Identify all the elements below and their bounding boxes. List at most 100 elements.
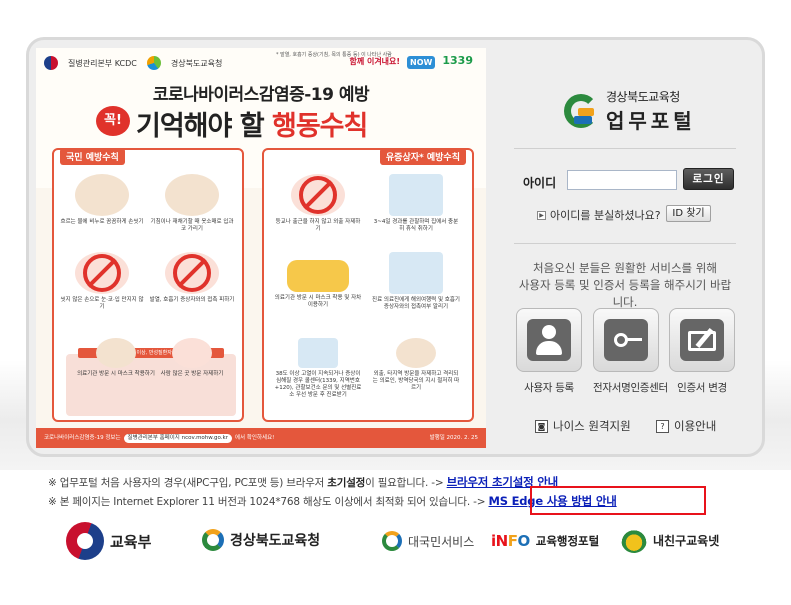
prohibited-icon xyxy=(173,254,211,292)
info-portal-link[interactable]: iNFO 교육행정포털 xyxy=(491,532,599,550)
service-label: 인증서 변경 xyxy=(677,382,727,394)
gbe-logo-icon xyxy=(202,529,224,551)
poster-headline: 기억해야 할 행동수칙 xyxy=(136,104,368,143)
e-signature-center-button[interactable]: 전자서명인증센터 xyxy=(593,308,668,395)
public-service-link[interactable]: 대국민서비스 xyxy=(382,531,474,551)
certificate-edit-icon xyxy=(669,308,735,372)
highlight-box xyxy=(530,486,706,515)
mascot-icon xyxy=(621,527,647,553)
poster-headline-red: 행동수칙 xyxy=(272,111,368,142)
poster-tile: 3~4일 경과를 관찰하며 집에서 충분히 휴식 취하기 xyxy=(372,174,460,233)
id-input[interactable] xyxy=(567,170,677,190)
poster-tile: 의료기관 방문 시 마스크 착용 및 자차 이용하기 xyxy=(274,252,362,309)
poster-tile-text: 의료기관 방문 시 마스크 착용하기 xyxy=(77,371,155,377)
forgot-id-row: ▶ 아이디를 분실하셨나요? xyxy=(537,207,661,223)
support-icon: ◙ xyxy=(535,419,548,433)
user-icon xyxy=(516,308,582,372)
hotline-logo: 1339 xyxy=(442,54,473,67)
key-icon xyxy=(593,308,659,372)
gbe-logo-link[interactable]: 경상북도교육청 xyxy=(202,529,320,551)
notice-text: ※ 본 페이지는 Internet Explorer 11 버전과 1024*7… xyxy=(48,496,489,508)
divider xyxy=(514,243,736,244)
info-portal-label: 교육행정포털 xyxy=(535,534,600,548)
car-illustration xyxy=(287,260,349,292)
poster-footer: 코로나바이러스감염증-19 정보는 질병관리본부 홈페이지 ncov.mohw.g… xyxy=(36,428,486,448)
hospital-illustration xyxy=(298,338,338,368)
user-registration-button[interactable]: 사용자 등록 xyxy=(516,308,582,395)
gbe-logo-icon xyxy=(564,94,598,128)
divider xyxy=(514,148,736,149)
usage-guide-link[interactable]: ? 이용안내 xyxy=(656,418,716,434)
first-visit-line2: 사용자 등록 및 인증서 등록을 해주시기 바랍니다. xyxy=(518,278,732,309)
id-label: 아이디 xyxy=(523,176,557,190)
poster-logo-row: 질병관리본부 KCDC 경상북도교육청 xyxy=(44,56,222,70)
notice-text: 이 필요합니다. -> xyxy=(365,477,447,489)
poster-tile: 사람 많은 곳 방문 자제하기 xyxy=(148,338,236,378)
no-outing-illustration xyxy=(291,174,345,216)
covid-poster: 질병관리본부 KCDC 경상북도교육청 함께 이겨내요! NOW 1339 코로… xyxy=(36,48,486,448)
brand-subtitle: 경상북도교육청 xyxy=(606,90,680,104)
poster-tile-text: 발열, 호흡기 증상자와의 접촉 피하기 xyxy=(149,297,235,303)
prohibited-icon xyxy=(299,176,337,214)
poster-tile-text: 등교나 출근을 하지 않고 외출 자제하기 xyxy=(275,219,361,232)
poster-tile: 등교나 출근을 하지 않고 외출 자제하기 xyxy=(274,174,362,233)
arrow-right-icon: ▶ xyxy=(537,210,546,220)
poster-footer-tail: 에서 확인하세요! xyxy=(234,435,275,441)
poster-date: 발행일 2020. 2. 25 xyxy=(429,435,478,441)
poster-tile-text: 씻지 않은 손으로 눈·코·입 만지지 않기 xyxy=(60,297,144,310)
portal-brand: 경상북도교육청 업무포털 xyxy=(564,88,696,134)
moe-logo-link[interactable]: 교육부 xyxy=(66,522,151,560)
poster-headline-black: 기억해야 할 xyxy=(136,111,272,142)
poster-tile: 씻지 않은 손으로 눈·코·입 만지지 않기 xyxy=(58,252,146,311)
poster-badge: 꼭! xyxy=(96,106,130,136)
first-visit-line1: 처음오신 분들은 원활한 서비스를 위해 xyxy=(533,261,717,275)
cough-illustration xyxy=(165,174,219,216)
poster-tile-text: 의료기관 방문 시 마스크 착용 및 자차 이용하기 xyxy=(274,295,362,308)
certificate-change-button[interactable]: 인증서 변경 xyxy=(669,308,735,395)
my-friend-edunet-link[interactable]: 내친구교육넷 xyxy=(621,527,719,553)
poster-symptom-note: * 발열, 호흡기 증상(기침, 목의 통증 등) 이 나타난 사람 xyxy=(276,52,392,58)
avoid-contact-illustration xyxy=(165,252,219,294)
poster-tile: 흐르는 물에 비누로 꼼꼼하게 손씻기 xyxy=(58,174,146,226)
now-logo: NOW xyxy=(407,56,436,69)
kdca-logo-icon xyxy=(44,56,58,70)
doctor-illustration xyxy=(396,338,436,368)
gbe-logo-icon xyxy=(382,531,402,551)
moe-label: 교육부 xyxy=(110,532,152,551)
help-icon: ? xyxy=(656,419,669,433)
login-button[interactable]: 로그인 xyxy=(683,168,734,190)
my-friend-edunet-label: 내친구교육넷 xyxy=(653,533,720,548)
poster-tile-text: 3~4일 경과를 관찰하며 집에서 충분히 휴식 취하기 xyxy=(373,219,459,232)
id-find-button[interactable]: ID 찾기 xyxy=(666,205,711,222)
poster-tile-text: 사람 많은 곳 방문 자제하기 xyxy=(160,371,224,377)
poster-tile: 38도 이상 고열이 지속되거나 증상이 심해질 경우 콜센터(1339, 지역… xyxy=(274,338,362,399)
poster-tile-text: 외출, 타지역 방문을 자제하고 격리되는 의료인, 방역당국의 지시 철저히 … xyxy=(372,371,460,391)
poster-tile: 외출, 타지역 방문을 자제하고 격리되는 의료인, 방역당국의 지시 철저히 … xyxy=(372,338,460,392)
poster-tile-text: 진료 의료진에게 해외여행력 및 호흡기 증상자와의 접촉여부 알리기 xyxy=(372,297,460,310)
gov-logo-text: 경상북도교육청 xyxy=(170,58,223,68)
notice-text: ※ 업무포털 처음 사용자의 경우(새PC구입, PC포맷 등) 브라우저 xyxy=(48,477,328,489)
gbe-logo-icon xyxy=(146,56,161,70)
prohibited-icon xyxy=(83,254,121,292)
poster-tile: 진료 의료진에게 해외여행력 및 호흡기 증상자와의 접촉여부 알리기 xyxy=(372,252,460,311)
poster-tile: 기침이나 재채기할 때 옷소매로 입과 코 가리기 xyxy=(148,174,236,233)
crowd-illustration xyxy=(172,338,212,368)
first-visit-message: 처음오신 분들은 원활한 서비스를 위해 사용자 등록 및 인증서 등록을 해주… xyxy=(514,260,736,311)
forgot-id-text: 아이디를 분실하셨나요? xyxy=(550,209,661,222)
neis-remote-support-link[interactable]: ◙ 나이스 원격지원 xyxy=(535,418,631,434)
poster-tile: 발열, 호흡기 증상자와의 접촉 피하기 xyxy=(148,252,236,304)
public-service-label: 대국민서비스 xyxy=(408,534,475,549)
taegeuk-icon xyxy=(66,522,104,560)
usage-guide-label: 이용안내 xyxy=(674,419,717,433)
browser-setup-notice: ※ 업무포털 처음 사용자의 경우(새PC구입, PC포맷 등) 브라우저 초기… xyxy=(48,474,558,490)
service-label: 사용자 등록 xyxy=(524,382,574,394)
poster-footer-url: 질병관리본부 홈페이지 ncov.mohw.go.kr xyxy=(123,434,232,443)
rest-home-illustration xyxy=(389,174,443,216)
travel-history-illustration xyxy=(389,252,443,294)
kdca-logo-text: 질병관리본부 KCDC xyxy=(68,58,137,68)
neis-remote-support-label: 나이스 원격지원 xyxy=(553,419,631,433)
notice-bold: 초기설정 xyxy=(327,477,366,489)
symptomatic-prevention-heading: 유증상자* 예방수칙 xyxy=(379,148,466,165)
no-touch-face-illustration xyxy=(75,252,129,294)
mask-illustration xyxy=(96,338,136,368)
